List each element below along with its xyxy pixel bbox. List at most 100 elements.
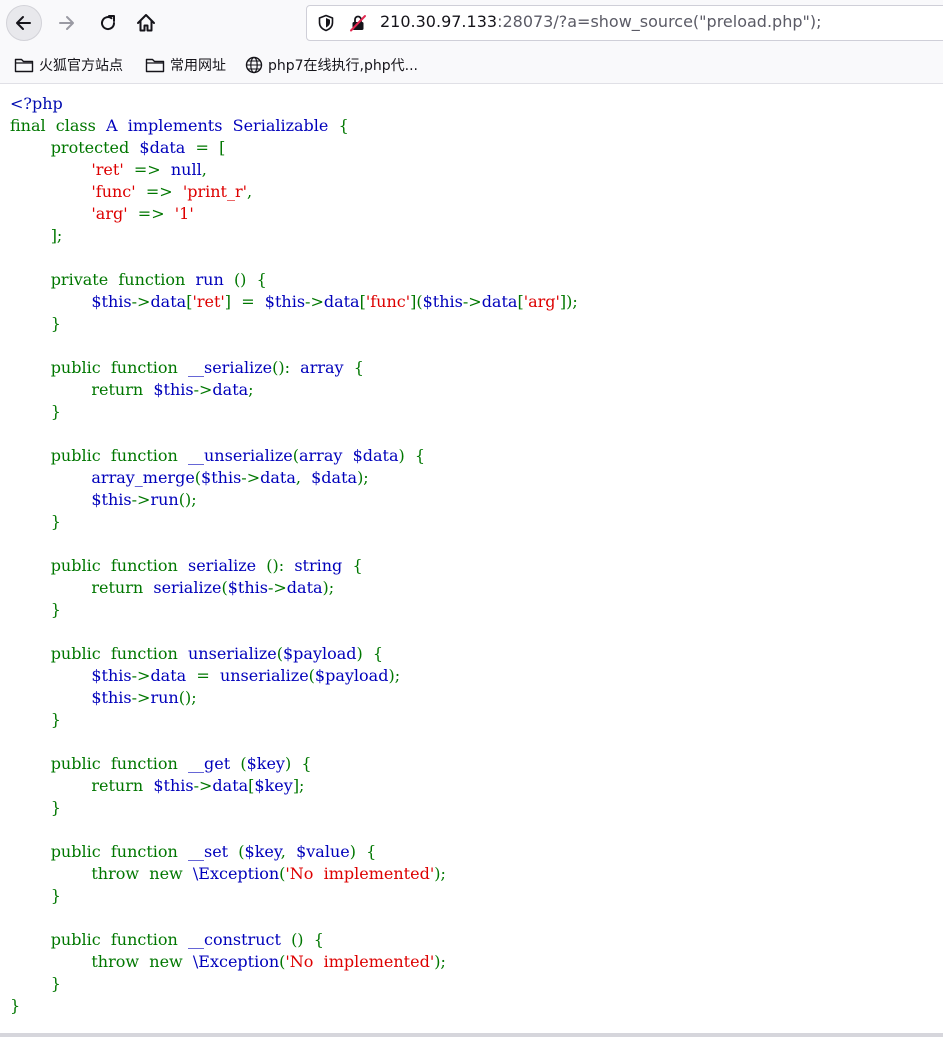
tracking-shield-icon[interactable] <box>317 14 335 32</box>
code-token-keyword: final class <box>10 116 107 135</box>
code-token-keyword <box>10 204 91 223</box>
code-token-keyword: , <box>280 842 297 861</box>
code-token-string: 'arg' <box>91 204 138 223</box>
code-token-default: $this <box>264 292 306 311</box>
code-token-string: 'ret' <box>192 292 225 311</box>
code-token-default: run <box>195 270 234 289</box>
bookmark-common-sites[interactable]: 常用网址 <box>145 55 226 75</box>
code-token-default: $this <box>91 490 132 509</box>
code-token-default: $this <box>227 578 268 597</box>
code-token-default: $value <box>296 842 350 861</box>
code-token-keyword: public function <box>10 556 188 575</box>
bookmark-label: 火狐官方站点 <box>39 58 123 74</box>
code-token-default: __set <box>188 842 239 861</box>
code-token-default: unserialize <box>188 644 277 663</box>
code-token-keyword: } <box>10 600 61 619</box>
code-token-keyword <box>10 160 91 179</box>
code-token-default: $this <box>153 776 194 795</box>
code-line: } <box>10 511 578 533</box>
code-line: 'arg' => '1' <box>10 203 578 225</box>
code-token-keyword: throw new <box>10 952 193 971</box>
code-token-html: <?php <box>10 94 63 113</box>
code-token-keyword: -> <box>193 776 213 795</box>
code-token-default: array_merge <box>91 468 195 487</box>
code-token-keyword: (): <box>272 358 301 377</box>
code-token-keyword: , <box>295 468 312 487</box>
code-line: } <box>10 313 578 335</box>
code-token-keyword <box>10 666 91 685</box>
code-token-keyword: ]; <box>292 776 305 795</box>
page-content: <?php final class A implements Serializab… <box>0 84 943 1032</box>
window-bottom-edge <box>0 1033 943 1037</box>
code-token-keyword: { <box>338 116 349 135</box>
code-token-default: \Exception <box>192 864 280 883</box>
url-text[interactable]: 210.30.97.133:28073/?a=show_source("prel… <box>380 12 821 31</box>
bookmarks-toolbar: 火狐官方站点 常用网址 php7在线执行,php代... <box>0 46 943 84</box>
back-button[interactable] <box>6 5 42 41</box>
url-bar[interactable]: 210.30.97.133:28073/?a=show_source("prel… <box>306 5 943 41</box>
code-line: return serialize($this->data); <box>10 577 578 599</box>
code-line: } <box>10 709 578 731</box>
code-token-default: data <box>286 578 323 597</box>
code-token-default: run <box>150 688 179 707</box>
folder-icon <box>145 58 165 73</box>
code-token-keyword: -> <box>193 380 213 399</box>
code-token-default: $payload <box>282 644 357 663</box>
code-token-keyword: , <box>247 182 253 201</box>
code-line: } <box>10 995 578 1017</box>
code-line: $this->data['ret'] = $this->data['func']… <box>10 291 578 313</box>
code-token-default: $this <box>91 292 132 311</box>
code-token-keyword: public function <box>10 446 188 465</box>
code-token-default: serialize <box>188 556 267 575</box>
code-token-keyword: } <box>10 512 61 531</box>
code-token-keyword: { <box>353 358 364 377</box>
code-token-default: $payload <box>314 666 389 685</box>
code-token-string: 'func' <box>91 182 146 201</box>
code-token-default: string <box>294 556 353 575</box>
code-line: 'ret' => null, <box>10 159 578 181</box>
home-button[interactable] <box>128 5 164 41</box>
browser-toolbar: 210.30.97.133:28073/?a=show_source("prel… <box>0 0 943 46</box>
reload-button[interactable] <box>90 5 126 41</box>
code-line: ]; <box>10 225 578 247</box>
bookmark-php7-online[interactable]: php7在线执行,php代... <box>245 55 418 75</box>
code-line: 'func' => 'print_r', <box>10 181 578 203</box>
code-token-keyword: -> <box>267 578 287 597</box>
code-line: } <box>10 797 578 819</box>
code-token-keyword: public function <box>10 754 188 773</box>
insecure-lock-icon[interactable] <box>349 14 367 32</box>
code-token-keyword: -> <box>305 292 324 311</box>
code-token-default: data <box>150 666 197 685</box>
code-token-default: null <box>170 160 202 179</box>
code-token-keyword: (); <box>178 688 197 707</box>
code-token-default: \Exception <box>192 952 280 971</box>
code-token-keyword: ) { <box>398 446 426 465</box>
code-token-default: data <box>323 292 360 311</box>
bookmark-firefox-official[interactable]: 火狐官方站点 <box>14 55 123 75</box>
code-token-default: data <box>481 292 518 311</box>
code-token-keyword: -> <box>241 468 261 487</box>
code-token-string: 'No implemented' <box>285 952 435 971</box>
code-token-keyword: = <box>196 666 220 685</box>
forward-button[interactable] <box>48 5 84 41</box>
code-line: final class A implements Serializable { <box>10 115 578 137</box>
code-token-keyword: , <box>201 160 207 179</box>
code-line: $this->run(); <box>10 687 578 709</box>
code-token-keyword: -> <box>131 666 151 685</box>
code-token-default: $data <box>139 138 196 157</box>
code-token-default: $this <box>422 292 463 311</box>
code-token-keyword: ]); <box>559 292 578 311</box>
code-line: protected $data = [ <box>10 137 578 159</box>
code-token-string: 'func' <box>365 292 411 311</box>
code-line: throw new \Exception('No implemented'); <box>10 863 578 885</box>
code-token-keyword: private function <box>10 270 196 289</box>
code-token-default: serialize <box>153 578 222 597</box>
code-token-default: array <box>300 358 354 377</box>
code-token-string: 'No implemented' <box>285 864 435 883</box>
